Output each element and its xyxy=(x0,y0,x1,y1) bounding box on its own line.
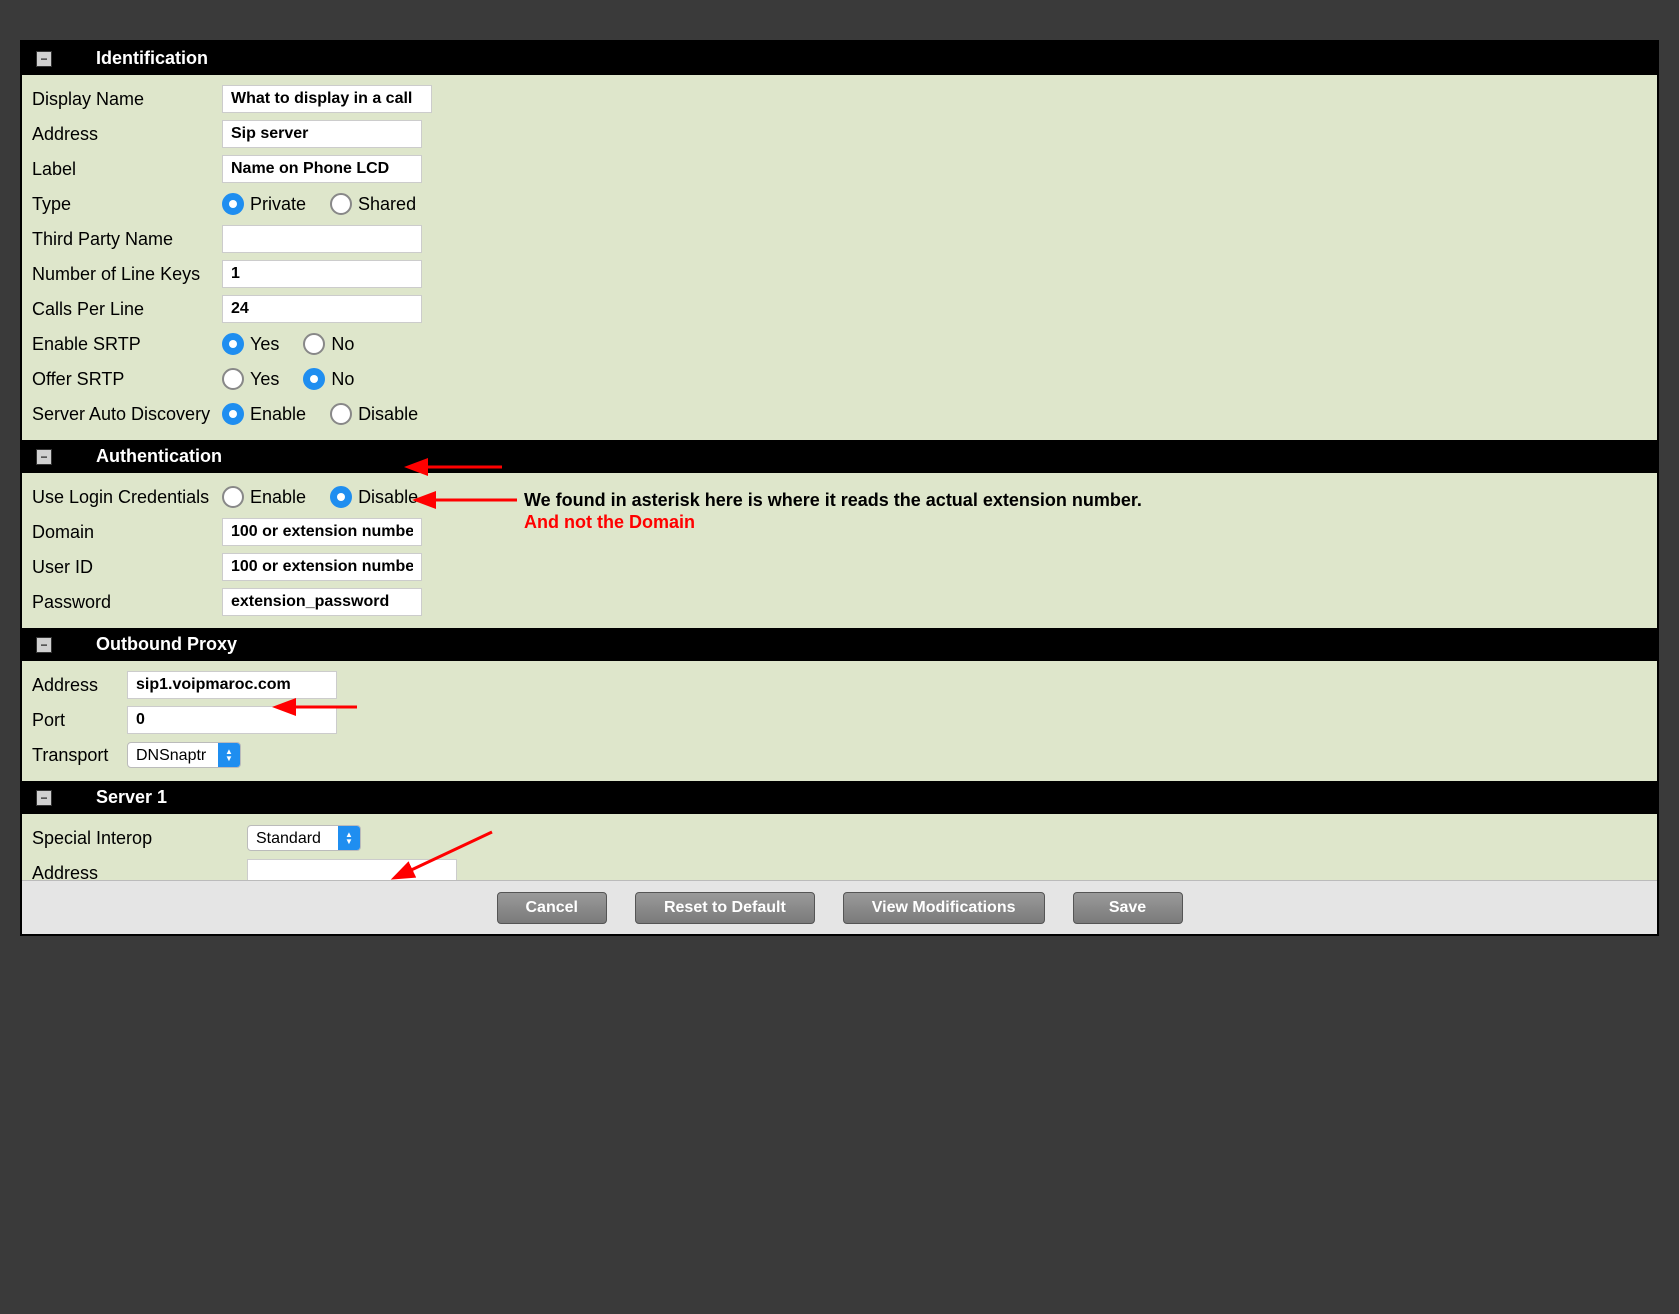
section-header-identification: − Identification xyxy=(22,42,1657,75)
type-group: Private Shared xyxy=(222,193,416,215)
section-title: Server 1 xyxy=(96,787,167,808)
type-private-label: Private xyxy=(250,194,306,215)
auto-discovery-label: Server Auto Discovery xyxy=(32,404,222,425)
type-private-radio[interactable] xyxy=(222,193,244,215)
reset-button[interactable]: Reset to Default xyxy=(635,892,815,924)
scroll-area: − Identification Display Name Address La… xyxy=(22,42,1657,880)
third-party-label: Third Party Name xyxy=(32,229,222,250)
proxy-transport-label: Transport xyxy=(32,745,127,766)
collapse-icon[interactable]: − xyxy=(36,449,52,465)
chevron-updown-icon: ▲▼ xyxy=(338,826,360,850)
panel-identification: Display Name Address Label Type Private … xyxy=(22,75,1657,440)
offer-srtp-no-radio[interactable] xyxy=(303,368,325,390)
use-login-enable-label: Enable xyxy=(250,487,306,508)
section-title: Outbound Proxy xyxy=(96,634,237,655)
use-login-label: Use Login Credentials xyxy=(32,487,222,508)
enable-srtp-yes-label: Yes xyxy=(250,334,279,355)
domain-label: Domain xyxy=(32,522,222,543)
collapse-icon[interactable]: − xyxy=(36,637,52,653)
view-modifications-button[interactable]: View Modifications xyxy=(843,892,1045,924)
button-bar: Cancel Reset to Default View Modificatio… xyxy=(22,880,1657,934)
panel-outbound-proxy: Address Port Transport DNSnaptr ▲▼ xyxy=(22,661,1657,781)
proxy-transport-value: DNSnaptr xyxy=(128,743,218,767)
address-input[interactable] xyxy=(222,120,422,148)
auto-discovery-disable-label: Disable xyxy=(358,404,418,425)
third-party-input[interactable] xyxy=(222,225,422,253)
offer-srtp-label: Offer SRTP xyxy=(32,369,222,390)
proxy-transport-select[interactable]: DNSnaptr ▲▼ xyxy=(127,742,241,768)
type-shared-radio[interactable] xyxy=(330,193,352,215)
use-login-enable-radio[interactable] xyxy=(222,486,244,508)
annotation-line1: We found in asterisk here is where it re… xyxy=(524,490,1142,511)
proxy-port-input[interactable] xyxy=(127,706,337,734)
userid-input[interactable] xyxy=(222,553,422,581)
special-interop-select[interactable]: Standard ▲▼ xyxy=(247,825,361,851)
line-keys-input[interactable] xyxy=(222,260,422,288)
panel-server1: Special Interop Standard ▲▼ Address Port… xyxy=(22,814,1657,880)
calls-per-line-input[interactable] xyxy=(222,295,422,323)
offer-srtp-yes-radio[interactable] xyxy=(222,368,244,390)
enable-srtp-yes-radio[interactable] xyxy=(222,333,244,355)
userid-label: User ID xyxy=(32,557,222,578)
type-shared-label: Shared xyxy=(358,194,416,215)
calls-per-line-label: Calls Per Line xyxy=(32,299,222,320)
enable-srtp-group: Yes No xyxy=(222,333,354,355)
server1-address-input[interactable] xyxy=(247,859,457,880)
display-name-label: Display Name xyxy=(32,89,222,110)
password-label: Password xyxy=(32,592,222,613)
section-title: Identification xyxy=(96,48,208,69)
section-header-authentication: − Authentication xyxy=(22,440,1657,473)
cancel-button[interactable]: Cancel xyxy=(497,892,607,924)
auto-discovery-enable-label: Enable xyxy=(250,404,306,425)
server1-address-label: Address xyxy=(32,863,247,881)
display-name-input[interactable] xyxy=(222,85,432,113)
proxy-port-label: Port xyxy=(32,710,127,731)
auto-discovery-enable-radio[interactable] xyxy=(222,403,244,425)
chevron-updown-icon: ▲▼ xyxy=(218,743,240,767)
special-interop-label: Special Interop xyxy=(32,828,247,849)
proxy-address-label: Address xyxy=(32,675,127,696)
collapse-icon[interactable]: − xyxy=(36,790,52,806)
proxy-address-input[interactable] xyxy=(127,671,337,699)
domain-input[interactable] xyxy=(222,518,422,546)
enable-srtp-label: Enable SRTP xyxy=(32,334,222,355)
use-login-disable-radio[interactable] xyxy=(330,486,352,508)
section-title: Authentication xyxy=(96,446,222,467)
save-button[interactable]: Save xyxy=(1073,892,1183,924)
use-login-group: Enable Disable xyxy=(222,486,418,508)
use-login-disable-label: Disable xyxy=(358,487,418,508)
password-input[interactable] xyxy=(222,588,422,616)
config-window: − Identification Display Name Address La… xyxy=(20,40,1659,936)
offer-srtp-yes-label: Yes xyxy=(250,369,279,390)
label-label: Label xyxy=(32,159,222,180)
address-label: Address xyxy=(32,124,222,145)
auto-discovery-disable-radio[interactable] xyxy=(330,403,352,425)
auto-discovery-group: Enable Disable xyxy=(222,403,418,425)
enable-srtp-no-radio[interactable] xyxy=(303,333,325,355)
label-input[interactable] xyxy=(222,155,422,183)
type-label: Type xyxy=(32,194,222,215)
annotation-line2: And not the Domain xyxy=(524,512,695,533)
offer-srtp-no-label: No xyxy=(331,369,354,390)
collapse-icon[interactable]: − xyxy=(36,51,52,67)
offer-srtp-group: Yes No xyxy=(222,368,354,390)
section-header-outbound-proxy: − Outbound Proxy xyxy=(22,628,1657,661)
special-interop-value: Standard xyxy=(248,826,338,850)
enable-srtp-no-label: No xyxy=(331,334,354,355)
section-header-server1: − Server 1 xyxy=(22,781,1657,814)
line-keys-label: Number of Line Keys xyxy=(32,264,222,285)
